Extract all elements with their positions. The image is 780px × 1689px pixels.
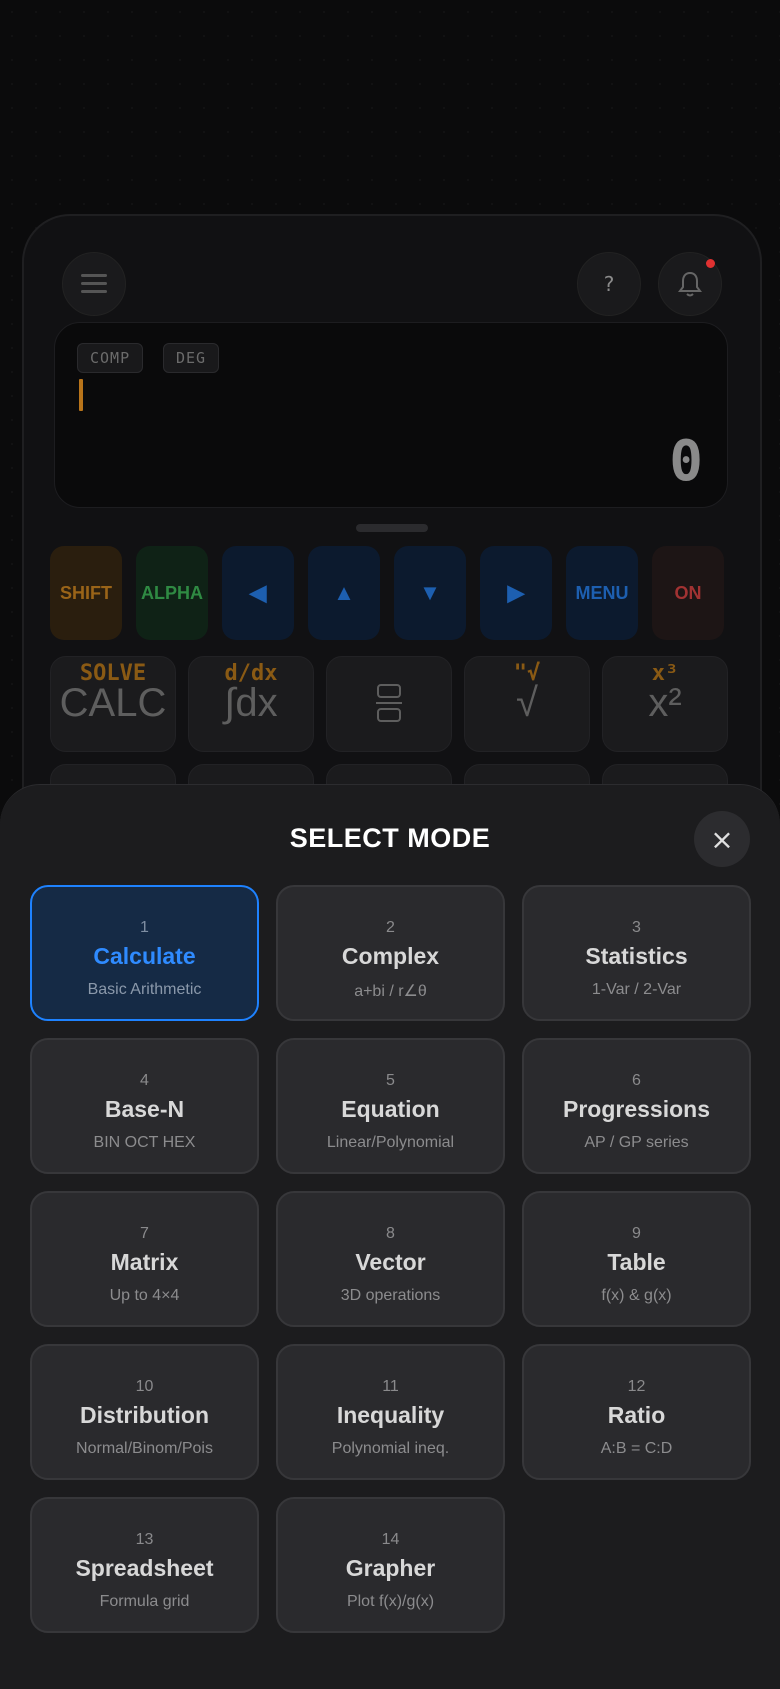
mode-description: Up to 4×4 [109,1287,180,1304]
on-key[interactable]: ON [652,546,724,640]
mode-card-calculate[interactable]: 1 Calculate Basic Arithmetic [30,885,259,1021]
calc-key-label: CALC [59,681,167,725]
select-mode-sheet: SELECT MODE × 1 Calculate Basic Arithmetic… [0,784,780,1689]
integral-key-label: ∫dx [224,681,278,725]
display-value: 0 [669,429,703,494]
mode-number: 7 [140,1225,149,1242]
mode-description: Formula grid [99,1593,190,1610]
mode-number: 8 [386,1225,395,1242]
mode-name: Spreadsheet [75,1555,214,1581]
hamburger-icon [81,274,107,294]
mode-card-equation[interactable]: 5 Equation Linear/Polynomial [276,1038,505,1174]
mode-card-ratio[interactable]: 12 Ratio A:B = C:D [522,1344,751,1480]
mode-name: Table [607,1249,666,1275]
mode-number: 5 [386,1072,395,1089]
menu-key[interactable]: MENU [566,546,638,640]
mode-name: Complex [341,943,440,969]
mode-number: 9 [632,1225,641,1242]
fraction-key[interactable] [326,656,452,752]
mode-grid: 1 Calculate Basic Arithmetic 2 Complex a+bi /… [30,885,751,1633]
display-screen: COMP DEG 0 [54,322,728,508]
mode-description: Plot f(x)/g(x) [346,1593,435,1610]
fraction-icon [376,684,402,722]
question-icon: ? [603,272,615,296]
mode-description: A:B = C:D [600,1440,673,1457]
mode-name: Calculate [93,943,196,969]
right-arrow-key[interactable]: ▶ [480,546,552,640]
mode-name: Progressions [563,1096,710,1122]
mode-description: f(x) & g(x) [601,1287,672,1304]
mode-card-statistics[interactable]: 3 Statistics 1-Var / 2-Var [522,885,751,1021]
mode-tag: COMP [77,343,144,373]
mode-name: Distribution [79,1402,210,1428]
mode-number: 12 [627,1378,646,1395]
down-arrow-key[interactable]: ▼ [394,546,466,640]
mode-card-inequality[interactable]: 11 Inequality Polynomial ineq. [276,1344,505,1480]
mode-card-complex[interactable]: 2 Complex a+bi / r∠θ [276,885,505,1021]
close-button[interactable]: × [694,811,750,867]
square-key[interactable]: x³ x² [602,656,728,752]
mode-number: 14 [381,1531,400,1548]
sheet-title: SELECT MODE [289,823,491,853]
mode-card-table[interactable]: 9 Table f(x) & g(x) [522,1191,751,1327]
mode-name: Matrix [110,1249,179,1275]
notification-badge [706,259,715,268]
close-icon: × [710,822,734,856]
mode-name: Vector [355,1249,426,1275]
calc-key[interactable]: SOLVE CALC [50,656,176,752]
mode-card-vector[interactable]: 8 Vector 3D operations [276,1191,505,1327]
mode-card-base-n[interactable]: 4 Base-N BIN OCT HEX [30,1038,259,1174]
mode-name: Grapher [345,1555,436,1581]
mode-name: Statistics [585,943,688,969]
mode-name: Equation [341,1096,440,1122]
mode-description: Normal/Binom/Pois [76,1440,213,1457]
mode-number: 13 [135,1531,154,1548]
integral-key[interactable]: d/dx ∫dx [188,656,314,752]
mode-description: BIN OCT HEX [93,1134,196,1151]
up-arrow-key[interactable]: ▲ [308,546,380,640]
alpha-key[interactable]: ALPHA [136,546,208,640]
mode-name: Ratio [607,1402,666,1428]
mode-number: 11 [382,1378,399,1395]
mode-number: 10 [135,1378,154,1395]
shift-key[interactable]: SHIFT [50,546,122,640]
mode-description: Polynomial ineq. [331,1440,450,1457]
mode-description: a+bi / r∠θ [354,983,427,1000]
menu-button[interactable] [62,252,126,316]
sqrt-key-label: √ [516,681,538,725]
mode-name: Base-N [104,1096,185,1122]
sqrt-key[interactable]: "√ √ [464,656,590,752]
mode-description: AP / GP series [584,1134,689,1151]
mode-card-matrix[interactable]: 7 Matrix Up to 4×4 [30,1191,259,1327]
mode-description: Linear/Polynomial [326,1134,455,1151]
mode-number: 1 [140,919,149,936]
mode-number: 6 [632,1072,641,1089]
square-key-label: x² [648,681,682,725]
drag-handle[interactable] [356,524,428,532]
input-cursor [79,379,83,411]
notifications-button[interactable] [658,252,722,316]
mode-description: Basic Arithmetic [87,981,202,998]
help-button[interactable]: ? [577,252,641,316]
mode-description: 3D operations [340,1287,441,1304]
mode-card-distribution[interactable]: 10 Distribution Normal/Binom/Pois [30,1344,259,1480]
mode-card-spreadsheet[interactable]: 13 Spreadsheet Formula grid [30,1497,259,1633]
mode-number: 4 [140,1072,149,1089]
mode-number: 2 [386,919,395,936]
mode-card-progressions[interactable]: 6 Progressions AP / GP series [522,1038,751,1174]
mode-number: 3 [632,919,641,936]
mode-name: Inequality [336,1402,445,1428]
angle-tag: DEG [163,343,220,373]
mode-card-grapher[interactable]: 14 Grapher Plot f(x)/g(x) [276,1497,505,1633]
left-arrow-key[interactable]: ◀ [222,546,294,640]
mode-description: 1-Var / 2-Var [591,981,682,998]
bell-icon [678,271,702,297]
